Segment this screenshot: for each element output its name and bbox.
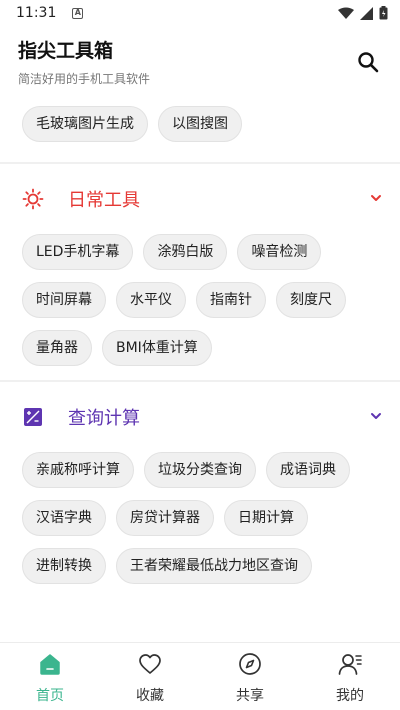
tool-chip[interactable]: 日期计算 [224,500,308,536]
section-daily-tools: 日常工具 LED手机字幕 涂鸦白版 噪音检测 时间屏幕 水平仪 指南针 刻度尺 … [0,164,400,380]
top-chip-row: 毛玻璃图片生成 以图搜图 [0,92,400,162]
tool-chip[interactable]: 进制转换 [22,548,106,584]
tool-chip[interactable]: 量角器 [22,330,92,366]
section-query-calc: 查询计算 亲戚称呼计算 垃圾分类查询 成语词典 汉语字典 房贷计算器 日期计算 … [0,382,400,598]
chip-grid: LED手机字幕 涂鸦白版 噪音检测 时间屏幕 水平仪 指南针 刻度尺 量角器 B… [0,234,400,366]
nav-share[interactable]: 共享 [200,643,300,710]
status-icons [338,6,388,20]
nav-profile[interactable]: 我的 [300,643,400,710]
nav-favorites[interactable]: 收藏 [100,643,200,710]
tool-chip[interactable]: 指南针 [196,282,266,318]
tool-chip[interactable]: 房贷计算器 [116,500,214,536]
tool-chip[interactable]: 以图搜图 [158,106,242,142]
heart-icon [139,654,161,674]
tool-chip[interactable]: LED手机字幕 [22,234,134,270]
tool-chip[interactable]: 水平仪 [116,282,186,318]
app-subtitle: 简洁好用的手机工具软件 [18,72,151,86]
tool-chip[interactable]: 刻度尺 [276,282,346,318]
tool-chip[interactable]: 汉语字典 [22,500,106,536]
wifi-icon [338,7,354,19]
chevron-down-icon[interactable] [368,408,384,424]
calculator-icon [24,408,42,426]
tool-chip[interactable]: 亲戚称呼计算 [22,452,134,488]
app-title: 指尖工具箱 [18,40,114,62]
profile-icon [338,654,362,675]
nav-label: 首页 [36,688,64,704]
nav-label: 共享 [236,688,264,704]
app-header: 指尖工具箱 简洁好用的手机工具软件 [0,30,400,92]
tool-chip[interactable]: 时间屏幕 [22,282,106,318]
nav-label: 收藏 [136,688,164,704]
sun-icon [22,188,44,210]
status-bar: 11:31 A [0,0,400,26]
section-title: 日常工具 [68,190,140,211]
compass-icon [239,653,261,675]
section-header[interactable]: 日常工具 [0,164,400,234]
tool-list[interactable]: 毛玻璃图片生成 以图搜图 日常工具 LED手机字幕 涂鸦白版 噪音检测 时间屏幕… [0,92,400,642]
home-icon [40,654,60,675]
chip-grid: 亲戚称呼计算 垃圾分类查询 成语词典 汉语字典 房贷计算器 日期计算 进制转换 … [0,452,400,584]
tool-chip[interactable]: 噪音检测 [237,234,322,270]
tool-chip[interactable]: 毛玻璃图片生成 [22,106,148,142]
tool-chip[interactable]: 涂鸦白版 [143,234,228,270]
tool-chip[interactable]: 垃圾分类查询 [144,452,256,488]
bottom-nav: 首页 收藏 共享 我的 [0,642,400,710]
search-icon[interactable] [356,50,380,74]
nav-home[interactable]: 首页 [0,643,100,710]
battery-icon [379,6,388,20]
signal-icon [360,6,373,20]
chevron-down-icon[interactable] [368,190,384,206]
nav-label: 我的 [336,688,364,704]
section-title: 查询计算 [68,408,140,429]
tool-chip[interactable]: 王者荣耀最低战力地区查询 [116,548,312,584]
status-time: 11:31 [16,5,57,21]
tool-chip[interactable]: BMI体重计算 [102,330,212,366]
notification-icon: A [72,7,84,19]
tool-chip[interactable]: 成语词典 [266,452,350,488]
section-header[interactable]: 查询计算 [0,382,400,452]
